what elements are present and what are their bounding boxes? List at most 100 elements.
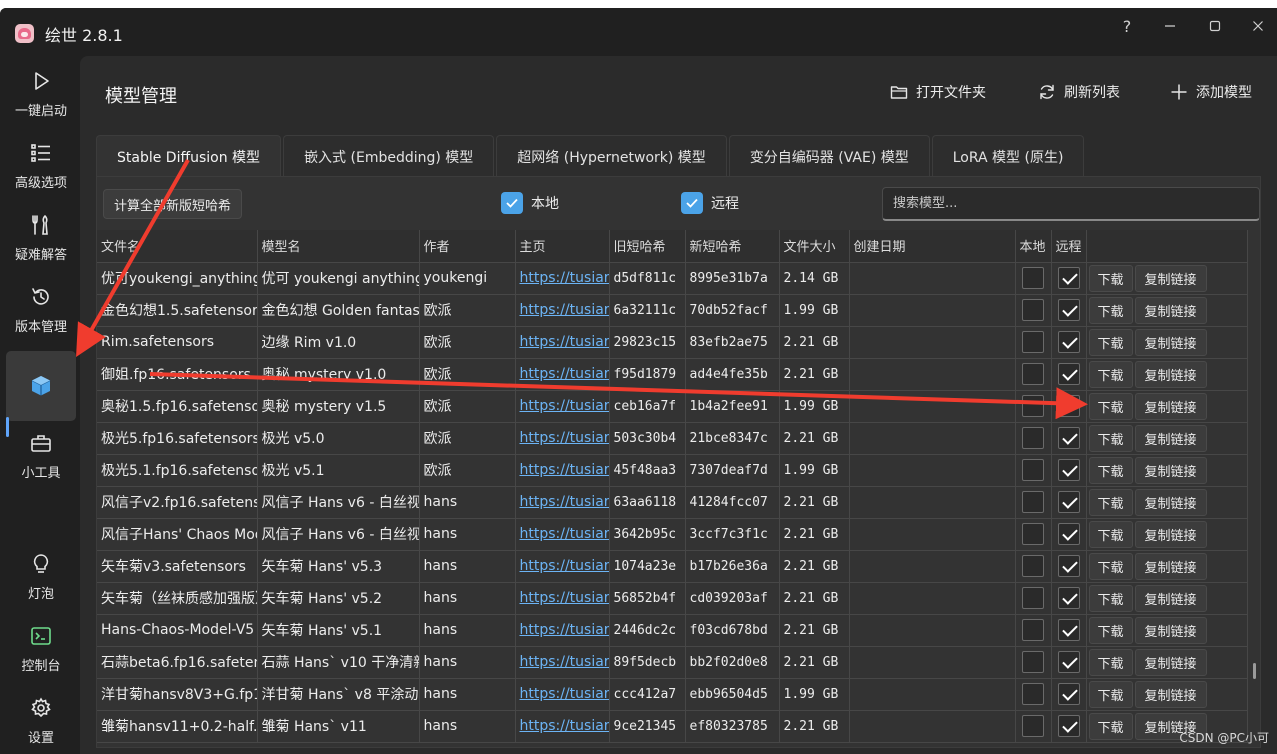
- local-checkbox[interactable]: [1022, 459, 1044, 481]
- remote-checkbox[interactable]: [1057, 523, 1080, 545]
- local-checkbox[interactable]: [501, 192, 523, 214]
- copy-link-button[interactable]: 复制链接: [1134, 456, 1207, 484]
- homepage-link[interactable]: https://tusiart: [515, 582, 610, 615]
- download-button[interactable]: 下载: [1088, 456, 1133, 484]
- local-checkbox[interactable]: [1022, 715, 1044, 737]
- remote-checkbox[interactable]: [681, 192, 703, 214]
- add-model-button[interactable]: 添加模型: [1170, 80, 1252, 104]
- help-button[interactable]: ?: [1107, 12, 1147, 40]
- copy-link-button[interactable]: 复制链接: [1134, 616, 1207, 644]
- local-checkbox[interactable]: [1022, 523, 1044, 545]
- remote-checkbox[interactable]: [1057, 491, 1080, 513]
- homepage-link[interactable]: https://tusiart: [515, 486, 610, 519]
- calc-hash-button[interactable]: 计算全部新版短哈希: [103, 189, 243, 219]
- local-checkbox[interactable]: [1022, 299, 1044, 321]
- remote-checkbox[interactable]: [1057, 683, 1080, 705]
- homepage-link[interactable]: https://tusiart: [515, 358, 610, 391]
- column-header[interactable]: 新短哈希: [685, 230, 780, 263]
- remote-checkbox[interactable]: [1057, 587, 1080, 609]
- homepage-link[interactable]: https://tusiart: [515, 678, 610, 711]
- sidebar-item-versions[interactable]: 版本管理: [6, 274, 76, 344]
- local-checkbox[interactable]: [1022, 395, 1044, 417]
- local-checkbox[interactable]: [1022, 555, 1044, 577]
- homepage-link[interactable]: https://tusiart: [515, 518, 610, 551]
- column-header[interactable]: 远程: [1051, 230, 1087, 263]
- copy-link-button[interactable]: 复制链接: [1134, 488, 1207, 516]
- copy-link-button[interactable]: 复制链接: [1134, 520, 1207, 548]
- copy-link-button[interactable]: 复制链接: [1134, 328, 1207, 356]
- tab-stable-diffusion[interactable]: Stable Diffusion 模型: [96, 135, 282, 177]
- column-header[interactable]: 文件大小: [779, 230, 850, 263]
- local-checkbox[interactable]: [1022, 683, 1044, 705]
- local-checkbox[interactable]: [1022, 331, 1044, 353]
- copy-link-button[interactable]: 复制链接: [1134, 296, 1207, 324]
- download-button[interactable]: 下载: [1088, 392, 1133, 420]
- local-checkbox[interactable]: [1022, 267, 1044, 289]
- copy-link-button[interactable]: 复制链接: [1134, 360, 1207, 388]
- sidebar-item-lightbulb[interactable]: 灯泡: [6, 541, 76, 611]
- homepage-link[interactable]: https://tusiart: [515, 422, 610, 455]
- download-button[interactable]: 下载: [1088, 552, 1133, 580]
- homepage-link[interactable]: https://tusiart: [515, 710, 610, 743]
- sidebar-item-advanced[interactable]: 高级选项: [6, 130, 76, 200]
- table-scrollbar[interactable]: [1253, 215, 1256, 685]
- remote-checkbox[interactable]: [1057, 299, 1080, 321]
- copy-link-button[interactable]: 复制链接: [1134, 648, 1207, 676]
- copy-link-button[interactable]: 复制链接: [1134, 584, 1207, 612]
- scroll-thumb[interactable]: [1253, 663, 1256, 679]
- remote-checkbox[interactable]: [1057, 459, 1080, 481]
- sidebar-item-tools[interactable]: 小工具: [6, 420, 76, 490]
- download-button[interactable]: 下载: [1088, 424, 1133, 452]
- local-checkbox[interactable]: [1022, 587, 1044, 609]
- copy-link-button[interactable]: 复制链接: [1134, 424, 1207, 452]
- download-button[interactable]: 下载: [1088, 648, 1133, 676]
- tab-vae[interactable]: 变分自编码器 (VAE) 模型: [728, 135, 930, 177]
- homepage-link[interactable]: https://tusiart: [515, 454, 610, 487]
- tab-embedding[interactable]: 嵌入式 (Embedding) 模型: [283, 135, 495, 177]
- download-button[interactable]: 下载: [1088, 488, 1133, 516]
- copy-link-button[interactable]: 复制链接: [1134, 392, 1207, 420]
- sidebar-item-console[interactable]: 控制台: [6, 613, 76, 683]
- remote-checkbox[interactable]: [1057, 427, 1080, 449]
- column-header[interactable]: 主页: [515, 230, 610, 263]
- download-button[interactable]: 下载: [1088, 712, 1133, 740]
- homepage-link[interactable]: https://tusiart: [515, 550, 610, 583]
- remote-checkbox[interactable]: [1057, 555, 1080, 577]
- homepage-link[interactable]: https://tusiart: [515, 326, 610, 359]
- open-folder-button[interactable]: 打开文件夹: [890, 80, 986, 104]
- search-input[interactable]: [882, 187, 1260, 221]
- sidebar-item-settings[interactable]: 设置: [6, 685, 76, 754]
- local-checkbox[interactable]: [1022, 619, 1044, 641]
- homepage-link[interactable]: https://tusiart: [515, 294, 610, 327]
- refresh-button[interactable]: 刷新列表: [1038, 80, 1120, 104]
- local-checkbox[interactable]: [1022, 651, 1044, 673]
- local-checkbox[interactable]: [1022, 363, 1044, 385]
- local-filter[interactable]: 本地: [501, 192, 559, 214]
- column-header[interactable]: 本地: [1015, 230, 1052, 263]
- homepage-link[interactable]: https://tusiart: [515, 262, 610, 295]
- remote-checkbox[interactable]: [1057, 619, 1080, 641]
- local-checkbox[interactable]: [1022, 427, 1044, 449]
- sidebar-item-troubleshoot[interactable]: 疑难解答: [6, 202, 76, 272]
- tab-lora[interactable]: LoRA 模型 (原生): [931, 135, 1085, 177]
- download-button[interactable]: 下载: [1088, 616, 1133, 644]
- tab-hypernetwork[interactable]: 超网络 (Hypernetwork) 模型: [496, 135, 727, 177]
- remote-checkbox[interactable]: [1057, 363, 1080, 385]
- download-button[interactable]: 下载: [1088, 680, 1133, 708]
- download-button[interactable]: 下载: [1088, 328, 1133, 356]
- copy-link-button[interactable]: 复制链接: [1134, 264, 1207, 292]
- download-button[interactable]: 下载: [1088, 360, 1133, 388]
- remote-filter[interactable]: 远程: [681, 192, 739, 214]
- minimize-button[interactable]: [1150, 12, 1190, 40]
- homepage-link[interactable]: https://tusiart: [515, 646, 610, 679]
- sidebar-item-launch[interactable]: 一键启动: [6, 58, 76, 128]
- column-header[interactable]: 作者: [419, 230, 516, 263]
- remote-checkbox[interactable]: [1057, 715, 1080, 737]
- column-header[interactable]: 创建日期: [849, 230, 1016, 263]
- download-button[interactable]: 下载: [1088, 264, 1133, 292]
- homepage-link[interactable]: https://tusiart: [515, 390, 610, 423]
- download-button[interactable]: 下载: [1088, 520, 1133, 548]
- sidebar-item-models[interactable]: [6, 351, 76, 421]
- maximize-button[interactable]: [1195, 12, 1235, 40]
- copy-link-button[interactable]: 复制链接: [1134, 680, 1207, 708]
